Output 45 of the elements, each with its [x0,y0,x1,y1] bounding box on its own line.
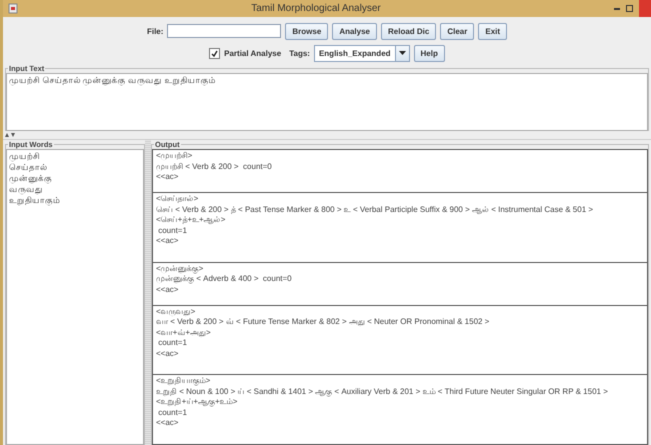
word-item[interactable]: முன்னுக்கு [9,173,141,184]
toolbar-button[interactable]: Browse [285,22,328,40]
output-line: <<ac> [156,418,180,429]
output-line: வா < Verb & 200 > வ் < Future Tense Marker & 802 > அது < Neuter OR Pronominal & 1502 > [156,317,490,328]
file-label: File: [146,26,164,36]
splitter-arrows-icon[interactable] [5,133,15,137]
tags-dropdown[interactable]: English_Expanded [314,44,410,62]
output-line: <செய்+த்+உ+ஆல்> [156,215,226,226]
file-field[interactable] [167,24,282,38]
toolbar-button[interactable]: Exit [478,22,508,40]
output-line: <<ac> [156,236,180,246]
word-item[interactable]: செய்தால் [9,162,141,173]
output-line: <செய்தால்> [156,194,200,204]
input-text-area[interactable]: முயற்சி செய்தால் முன்னுக்கு வருவது உறுதியாகும் [6,73,648,131]
output-line: <முன்னுக்கு> [156,264,204,274]
output-line: <<ac> [156,348,180,360]
app-icon [8,3,18,14]
output-line: முயற்சி < Verb & 200 > count=0 [156,162,273,172]
output-line: count=1 [157,226,188,236]
output-line: செய் < Verb & 200 > த் < Past Tense Marker & 800 > உ < Verbal Participle Suffix & 900 > ஆல் < Instrumental Case & 501 > [156,204,594,215]
output-line: முன்னுக்கு < Adverb & 400 > count=0 [156,274,293,285]
word-item[interactable]: வருவது [9,184,141,195]
word-item[interactable]: முயற்சி [9,151,141,162]
output-line: <வா+வ்+அது> [156,328,212,338]
output-line: <<ac> [156,284,180,296]
maximize-icon[interactable] [626,5,633,12]
partial-analyse-checkbox[interactable] [209,48,220,58]
word-item[interactable]: உறுதியாகும் [9,195,141,206]
output-line: <முயற்சி> [156,151,194,162]
tags-label: Tags: [289,48,310,58]
partial-analyse-label: Partial Analyse [224,48,282,58]
window-title: Tamil Morphological Analyser [250,3,382,14]
output-line: count=1 [157,338,188,349]
toolbar-button[interactable]: Reload Dic [381,22,436,40]
minimize-icon[interactable] [614,8,620,10]
output-line: உறுதி < Noun & 100 > ய் < Sandhi & 1401 > ஆகு < Auxiliary Verb & 201 > உம் < Third Future Neuter Singular OR RP & 1501 > [156,386,609,398]
output-line: count=1 [157,408,188,418]
output-line: <வருவது> [156,306,196,318]
toolbar-button[interactable]: Clear [440,22,474,40]
output-line: <<ac> [156,172,180,182]
caret-icon [398,51,406,55]
toolbar-button[interactable]: Analyse [332,22,377,40]
help-button[interactable]: Help [414,44,445,62]
output-line: <உறுதி+ய்+ஆகு+உம்> [156,397,238,408]
output-line: <உறுதியாகும்> [156,376,212,387]
